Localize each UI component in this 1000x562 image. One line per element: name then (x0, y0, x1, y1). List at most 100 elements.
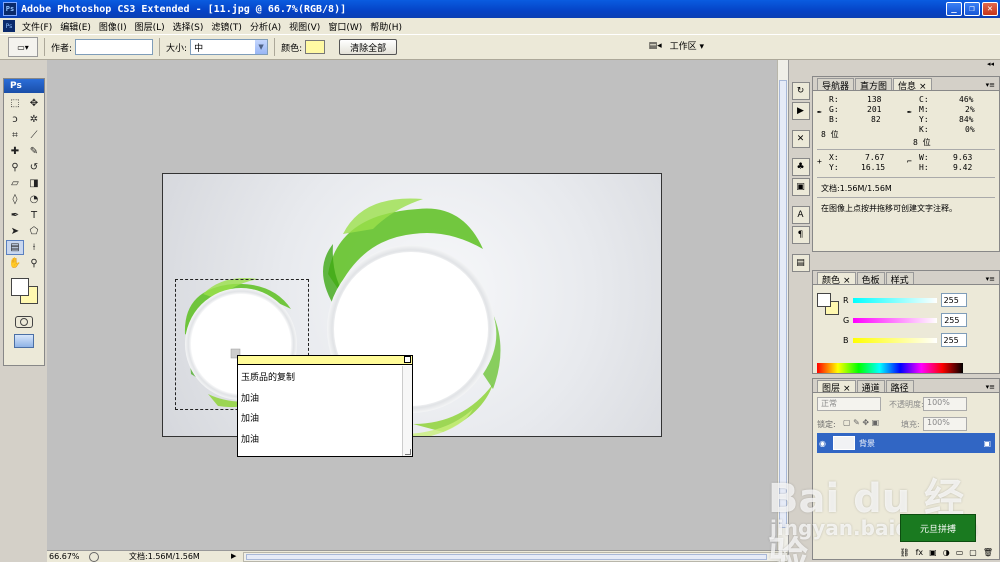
menu-select[interactable]: 选择(S) (169, 20, 208, 33)
tab-histogram[interactable]: 直方图 (855, 78, 893, 92)
tab-channels[interactable]: 通道 (856, 380, 885, 394)
zoom-tool-icon[interactable]: ⚲ (25, 256, 43, 271)
hand-tool-icon[interactable]: ✋ (6, 256, 24, 271)
layer-row-background[interactable]: ◉ 背景 ▣ (817, 433, 995, 453)
status-info-icon[interactable] (89, 551, 99, 562)
menu-image[interactable]: 图像(I) (95, 20, 131, 33)
tab-paths[interactable]: 路径 (885, 380, 914, 394)
brushes-panel-icon[interactable]: ♣ (791, 158, 810, 176)
menu-help[interactable]: 帮助(H) (366, 20, 406, 33)
dodge-tool-icon[interactable]: ◔ (25, 192, 43, 207)
zoom-level[interactable]: 66.67% (47, 552, 87, 561)
blue-value[interactable]: 255 (940, 333, 967, 347)
move-tool-icon[interactable]: ✥ (25, 96, 43, 111)
eyedropper-tool-icon[interactable]: ⟊ (25, 240, 43, 255)
clone-stamp-icon[interactable]: ⚲ (6, 160, 24, 175)
blend-mode-select[interactable]: 正常 (817, 397, 881, 411)
note-color-swatch[interactable] (305, 40, 326, 54)
history-panel-icon[interactable]: ↻ (791, 82, 810, 100)
note-tool-icon: ▭▾ (17, 42, 29, 52)
layer-name[interactable]: 背景 (859, 438, 875, 449)
close-icon[interactable]: × (843, 384, 851, 394)
color-fg-swatch[interactable] (817, 293, 831, 307)
tab-color[interactable]: 颜色 × (817, 272, 856, 286)
size-select[interactable]: 中 ▼ (190, 39, 269, 55)
horizontal-scrollbar[interactable] (243, 551, 788, 562)
type-tool-icon[interactable]: T (25, 208, 43, 223)
clear-all-button[interactable]: 清除全部 (339, 39, 398, 55)
gradient-tool-icon[interactable]: ◨ (25, 176, 43, 191)
menu-filter[interactable]: 滤镜(T) (207, 20, 246, 33)
history-brush-icon[interactable]: ↺ (25, 160, 43, 175)
layer-comps-icon[interactable]: ▤ (791, 254, 810, 272)
actions-panel-icon[interactable]: ▶ (791, 102, 810, 120)
info-x-value: 7.67 (865, 153, 885, 162)
magic-wand-icon[interactable]: ✲ (25, 112, 43, 127)
tool-preset-picker[interactable]: ▭▾ (8, 37, 38, 57)
note-close-button[interactable] (404, 356, 411, 363)
note-text-area[interactable]: 玉质品的复制 加油 加油 加油 (238, 366, 402, 456)
scroll-thumb[interactable] (246, 553, 767, 560)
slice-tool-icon[interactable]: ⟋ (25, 128, 43, 143)
menu-layer[interactable]: 图层(L) (131, 20, 169, 33)
shape-tool-icon[interactable]: ⬠ (25, 224, 43, 239)
menu-analysis[interactable]: 分析(A) (246, 20, 285, 33)
panel-menu-icon[interactable]: ▾≡ (986, 383, 995, 391)
eraser-tool-icon[interactable]: ▱ (6, 176, 24, 191)
tab-layers[interactable]: 图层 × (817, 380, 856, 394)
blue-slider[interactable] (852, 337, 937, 343)
clone-source-icon[interactable]: ▣ (791, 178, 810, 196)
workspace-button[interactable]: 工作区 ▾ (670, 39, 704, 52)
brush-tool-icon[interactable]: ✎ (25, 144, 43, 159)
note-scrollbar[interactable] (402, 366, 412, 456)
tool-presets-icon[interactable]: ✕ (791, 130, 810, 148)
red-value[interactable]: 255 (940, 293, 967, 307)
maximize-button[interactable]: ❐ (964, 2, 980, 16)
eyedropper-icon: ✒ (817, 107, 822, 116)
character-panel-icon[interactable]: A (791, 206, 810, 224)
screen-mode-button[interactable] (14, 334, 34, 348)
panel-collapse-icon[interactable]: ◂◂ (812, 60, 1000, 74)
tab-swatches[interactable]: 色板 (856, 272, 885, 286)
close-icon[interactable]: × (843, 276, 851, 286)
menu-view[interactable]: 视图(V) (285, 20, 324, 33)
paragraph-panel-icon[interactable]: ¶ (791, 226, 810, 244)
quick-mask-button[interactable] (15, 316, 33, 328)
lasso-tool-icon[interactable]: ↄ (6, 112, 24, 127)
toolbox-logo[interactable]: Ps (4, 79, 44, 93)
author-input[interactable] (75, 39, 154, 55)
path-selection-icon[interactable]: ➤ (6, 224, 24, 239)
notes-tool-icon[interactable]: ▤ (6, 240, 24, 255)
menu-window[interactable]: 窗口(W) (324, 20, 366, 33)
tab-info[interactable]: 信息 × (893, 78, 932, 92)
pen-tool-icon[interactable]: ✒ (6, 208, 24, 223)
green-value[interactable]: 255 (941, 313, 968, 327)
tab-styles[interactable]: 样式 (885, 272, 914, 286)
status-menu-arrow-icon[interactable]: ▶ (231, 552, 239, 562)
opacity-field[interactable]: 100% (923, 397, 967, 411)
healing-brush-icon[interactable]: ✚ (6, 144, 24, 159)
menu-file[interactable]: 文件(F) (18, 20, 56, 33)
color-spectrum-bar[interactable] (817, 363, 963, 373)
lock-icons[interactable]: ▢ ✎ ✥ ▣ (843, 418, 879, 427)
foreground-color-swatch[interactable] (11, 278, 29, 296)
fill-field[interactable]: 100% (923, 417, 967, 431)
tab-navigator[interactable]: 导航器 (817, 78, 855, 92)
note-header[interactable] (238, 356, 412, 365)
document-icon[interactable]: Ps (3, 20, 15, 32)
menu-edit[interactable]: 编辑(E) (56, 20, 95, 33)
close-button[interactable]: ✕ (982, 2, 998, 16)
eye-icon[interactable]: ◉ (819, 439, 826, 448)
panel-menu-icon[interactable]: ▾≡ (986, 275, 995, 283)
crop-tool-icon[interactable]: ⌗ (6, 128, 24, 143)
scroll-thumb[interactable] (779, 80, 787, 528)
panel-menu-icon[interactable]: ▾≡ (986, 81, 995, 89)
note-resize-handle[interactable] (405, 449, 411, 455)
palette-well-icon[interactable]: ▤◂ (649, 41, 662, 51)
minimize-button[interactable]: _ (946, 2, 962, 16)
blur-tool-icon[interactable]: ◊ (6, 192, 24, 207)
marquee-tool-icon[interactable]: ⬚ (6, 96, 24, 111)
green-slider[interactable] (853, 317, 938, 323)
red-slider[interactable] (852, 297, 937, 303)
annotation-note[interactable]: 玉质品的复制 加油 加油 加油 (237, 355, 413, 457)
